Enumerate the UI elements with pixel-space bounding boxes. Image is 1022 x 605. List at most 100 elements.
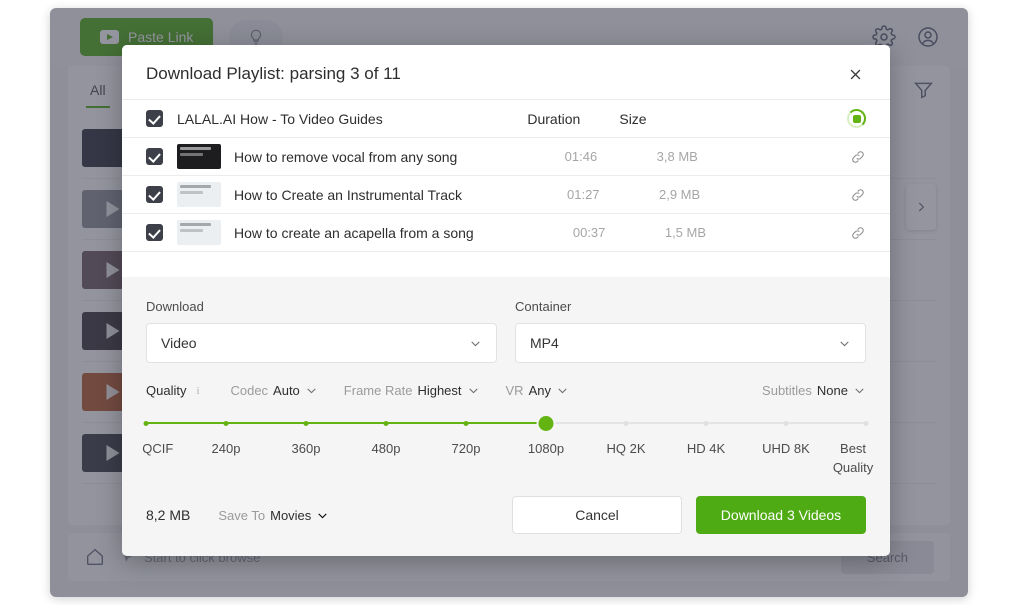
vr-label: VR — [506, 383, 524, 398]
slider-tick-label[interactable]: HD 4K — [687, 440, 725, 459]
frame-rate-label: Frame Rate — [344, 383, 413, 398]
slider-tick-label[interactable]: Best Quality — [833, 440, 873, 478]
row-duration: 01:27 — [567, 187, 659, 202]
dialog-footer: 8,2 MB Save To Movies Cancel Download 3 … — [122, 496, 890, 556]
format-fields: Download Video Container MP4 — [146, 299, 866, 363]
chevron-down-icon — [305, 384, 318, 397]
row-checkbox[interactable] — [146, 224, 163, 241]
slider-tick-label[interactable]: 240p — [212, 440, 241, 459]
chevron-down-icon — [467, 384, 480, 397]
chevron-down-icon — [556, 384, 569, 397]
download-field: Download Video — [146, 299, 497, 363]
table-row[interactable]: How to create an acapella from a song 00… — [122, 213, 890, 251]
list-bottom-spacer — [122, 251, 890, 277]
slider-tick[interactable] — [144, 421, 149, 426]
slider-tick-label[interactable]: 720p — [452, 440, 481, 459]
playlist-select-all-checkbox[interactable] — [146, 110, 163, 127]
slider-tick-label[interactable]: HQ 2K — [606, 440, 645, 459]
chevron-down-icon — [469, 337, 482, 350]
slider-tick-label[interactable]: 360p — [292, 440, 321, 459]
youtube-play-icon — [100, 30, 119, 44]
slider-tick[interactable] — [624, 421, 629, 426]
slider-tick[interactable] — [704, 421, 709, 426]
slider-thumb[interactable] — [539, 416, 554, 431]
subtitles-value: None — [817, 383, 848, 398]
row-size: 2,9 MB — [659, 187, 731, 202]
dialog-title: Download Playlist: parsing 3 of 11 — [146, 64, 401, 84]
container-select-value: MP4 — [530, 335, 559, 351]
link-icon[interactable] — [836, 187, 866, 203]
subtitles-selector[interactable]: Subtitles None — [762, 383, 866, 398]
row-title: How to create an acapella from a song — [234, 225, 474, 241]
duration-column-header: Duration — [527, 111, 619, 127]
tab-all[interactable]: All — [84, 70, 112, 108]
account-circle-icon[interactable] — [916, 25, 940, 49]
slider-tick-label[interactable]: 1080p — [528, 440, 564, 459]
chevron-down-icon — [838, 337, 851, 350]
row-size: 1,5 MB — [665, 225, 737, 240]
codec-value: Auto — [273, 383, 300, 398]
row-checkbox[interactable] — [146, 148, 163, 165]
slider-tick-labels: QCIF240p360p480p720p1080pHQ 2KHD 4KUHD 8… — [146, 440, 866, 476]
dialog-settings-section: Download Video Container MP4 — [122, 277, 890, 496]
quality-options-row: Quality i Codec Auto Frame Rate Highest … — [146, 383, 866, 398]
carousel-next-button[interactable] — [906, 184, 936, 230]
tab-all-label: All — [90, 82, 106, 98]
frame-rate-selector[interactable]: Frame Rate Highest — [344, 383, 480, 398]
quality-label-group: Quality i — [146, 383, 204, 398]
row-size: 3,8 MB — [657, 149, 729, 164]
container-select[interactable]: MP4 — [515, 323, 866, 363]
vr-value: Any — [529, 383, 551, 398]
slider-tick-label[interactable]: QCIF — [142, 440, 173, 459]
vr-selector[interactable]: VR Any — [506, 383, 569, 398]
container-field-label: Container — [515, 299, 866, 314]
codec-selector[interactable]: Codec Auto — [230, 383, 317, 398]
quality-slider[interactable] — [146, 416, 866, 430]
container-field: Container MP4 — [515, 299, 866, 363]
download-button[interactable]: Download 3 Videos — [696, 496, 866, 534]
download-select[interactable]: Video — [146, 323, 497, 363]
link-icon[interactable] — [836, 225, 866, 241]
table-row[interactable]: How to remove vocal from any song 01:46 … — [122, 137, 890, 175]
slider-tick[interactable] — [783, 421, 788, 426]
slider-track-fill — [146, 422, 546, 424]
row-duration: 00:37 — [573, 225, 665, 240]
subtitles-label: Subtitles — [762, 383, 812, 398]
row-thumbnail — [177, 220, 221, 245]
quality-label: Quality — [146, 383, 186, 398]
chevron-down-icon — [316, 509, 329, 522]
filter-icon[interactable] — [913, 79, 934, 100]
link-icon[interactable] — [836, 149, 866, 165]
slider-tick[interactable] — [463, 421, 468, 426]
slider-tick-label[interactable]: UHD 8K — [762, 440, 810, 459]
download-select-value: Video — [161, 335, 197, 351]
subtitles-group: Subtitles None — [762, 383, 866, 398]
slider-tick-label[interactable]: 480p — [372, 440, 401, 459]
download-field-label: Download — [146, 299, 497, 314]
row-title: How to remove vocal from any song — [234, 149, 457, 165]
row-checkbox[interactable] — [146, 186, 163, 203]
playlist-header-row: LALAL.AI How - To Video Guides Duration … — [122, 99, 890, 137]
table-row[interactable]: How to Create an Instrumental Track 01:2… — [122, 175, 890, 213]
dialog-list-section: Download Playlist: parsing 3 of 11 LALAL… — [122, 45, 890, 277]
row-thumbnail — [177, 144, 221, 169]
playlist-title: LALAL.AI How - To Video Guides — [177, 111, 383, 127]
cancel-button[interactable]: Cancel — [512, 496, 682, 534]
save-to-label: Save To — [218, 508, 265, 523]
paste-link-label: Paste Link — [128, 29, 193, 45]
info-icon[interactable]: i — [191, 384, 204, 397]
slider-tick[interactable] — [864, 421, 869, 426]
row-title: How to Create an Instrumental Track — [234, 187, 462, 203]
codec-label: Codec — [230, 383, 268, 398]
close-icon[interactable] — [844, 63, 866, 85]
download-playlist-dialog: Download Playlist: parsing 3 of 11 LALAL… — [122, 45, 890, 556]
parsing-status — [836, 109, 866, 128]
save-to-selector[interactable]: Save To Movies — [218, 508, 329, 523]
slider-tick[interactable] — [384, 421, 389, 426]
slider-tick[interactable] — [303, 421, 308, 426]
home-icon[interactable] — [84, 546, 106, 568]
total-size: 8,2 MB — [146, 507, 190, 523]
slider-tick[interactable] — [223, 421, 228, 426]
frame-rate-value: Highest — [417, 383, 461, 398]
chevron-down-icon — [853, 384, 866, 397]
